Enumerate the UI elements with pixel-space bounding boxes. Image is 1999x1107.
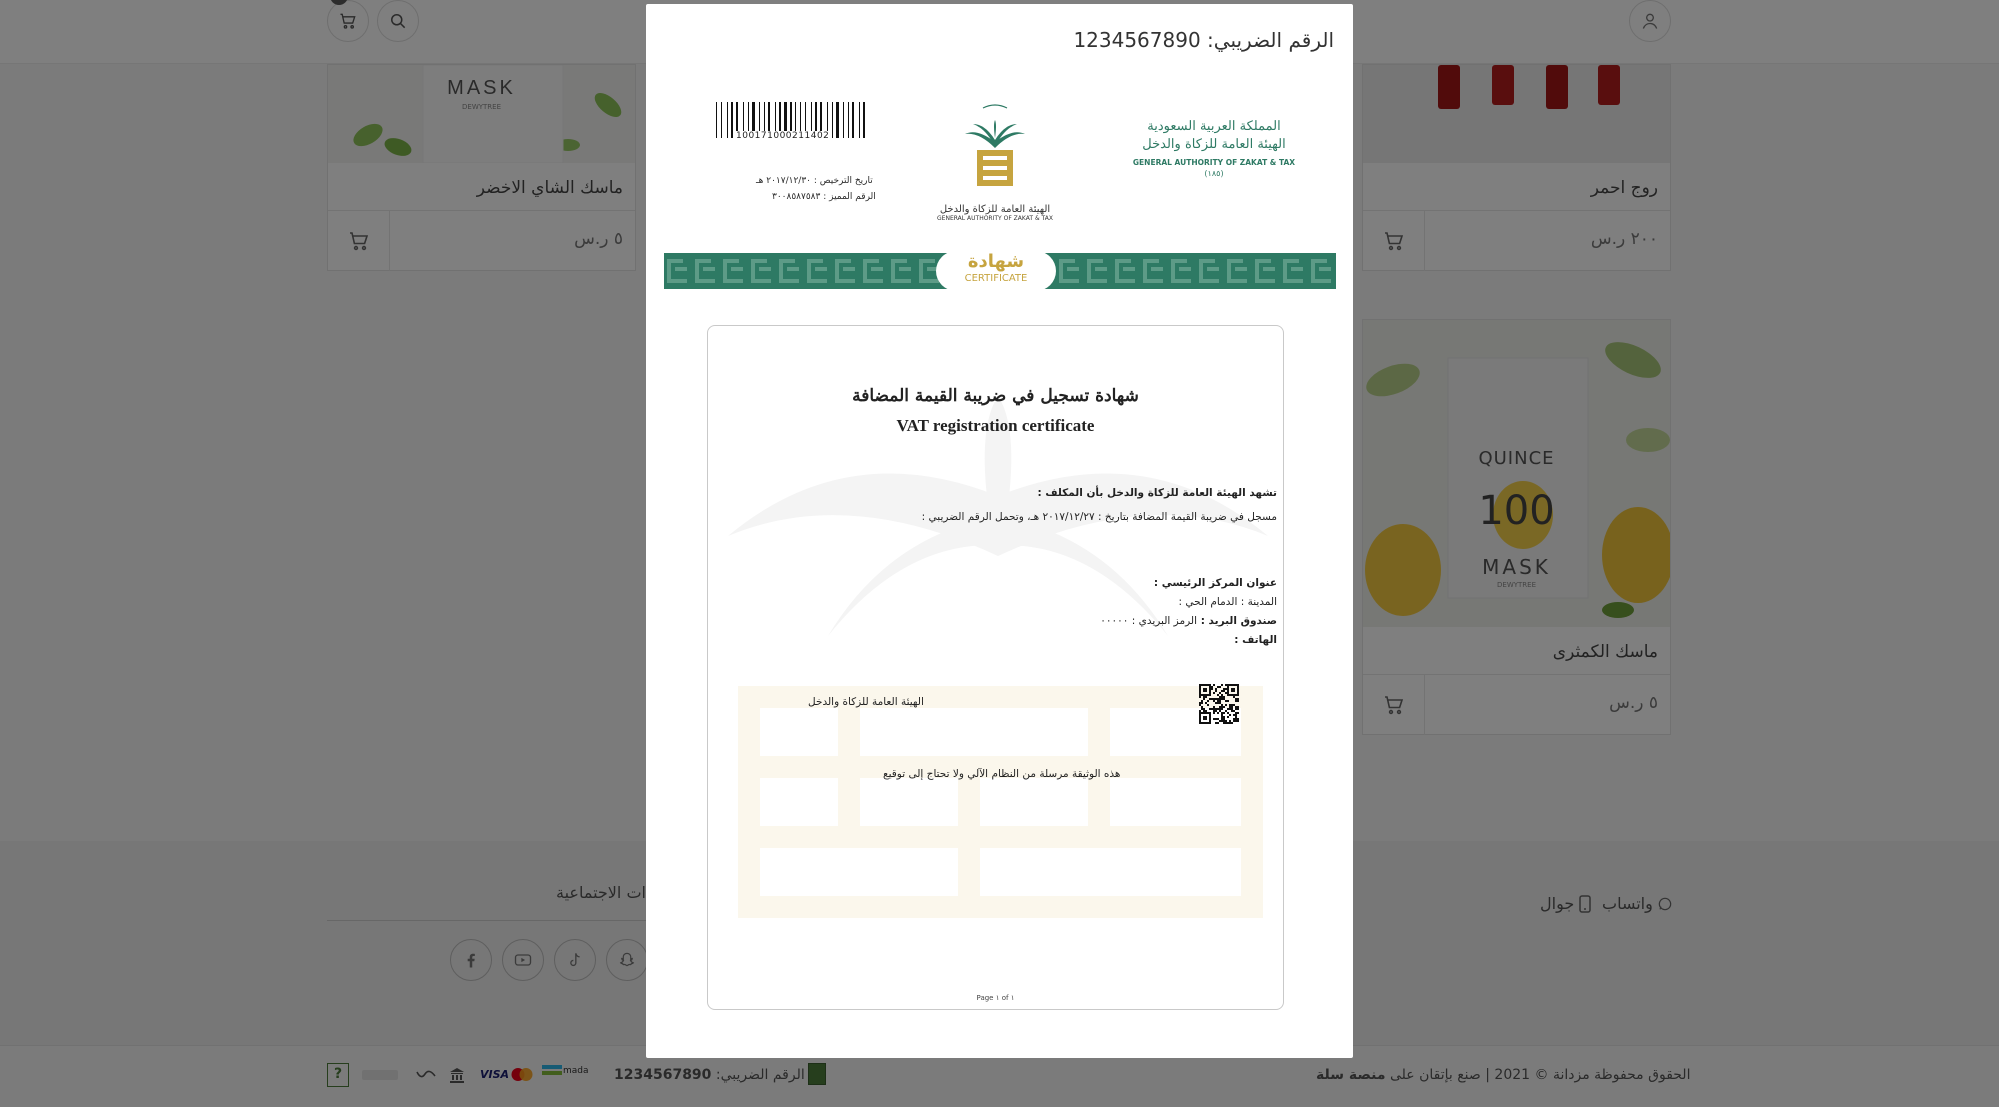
document-title-ar: شهادة تسجيل في ضريبة القيمة المضافة: [852, 386, 1139, 406]
certificate-label-ar: شهادة: [967, 251, 1025, 272]
palm-emblem-icon: [965, 104, 1025, 186]
system-note: هذه الوثيقة مرسلة من النظام الآلي ولا تح…: [883, 768, 1121, 780]
phone-line: الهاتف :: [1234, 634, 1277, 646]
certificate-document: شهادة تسجيل في ضريبة القيمة المضافة VAT …: [707, 325, 1284, 1010]
unique-number: الرقم المميز : ٣٠٠٨٥٨٧٥٨٣: [772, 192, 876, 202]
pobox-line: صندوق البريد :: [1200, 615, 1277, 627]
authority-name-ar-1: المملكة العربية السعودية: [1147, 119, 1281, 134]
vat-certificate-image: المملكة العربية السعودية الهيئة العامة ل…: [664, 88, 1336, 1018]
page-number: Page ١ of ١: [976, 994, 1015, 1002]
authority-signature: الهيئة العامة للزكاة والدخل: [808, 696, 924, 708]
modal-title-number: 1234567890: [1073, 28, 1201, 52]
document-title-en: VAT registration certificate: [896, 416, 1095, 435]
tax-certificate-modal: الرقم الضريبي: 1234567890 المملكة العربي…: [646, 4, 1353, 1058]
address-heading: عنوان المركز الرئيسي :: [1153, 577, 1277, 589]
logo-caption-ar: الهيئة العامة للزكاة والدخل: [939, 204, 1051, 215]
city-line: المدينة : الدمام الحي :: [1178, 596, 1277, 608]
registered-line: مسجل في ضريبة القيمة المضافة بتاريخ : ٢٠…: [921, 511, 1277, 523]
authority-name-en: GENERAL AUTHORITY OF ZAKAT & TAX: [1132, 158, 1296, 167]
qr-code-icon: [1199, 684, 1239, 724]
authority-header: المملكة العربية السعودية الهيئة العامة ل…: [1129, 118, 1299, 178]
barcode-number: 100171000211402: [736, 131, 830, 141]
authority-code: (١٨٥): [1204, 169, 1224, 178]
certificate-label: شهادة CERTIFICATE: [936, 251, 1056, 291]
barcode: 100171000211402: [714, 102, 870, 146]
qr-code: [1199, 684, 1239, 724]
logo-caption-en: GENERAL AUTHORITY OF ZAKAT & TAX: [937, 215, 1053, 222]
zakat-logo: الهيئة العامة للزكاة والدخل GENERAL AUTH…: [920, 102, 1070, 222]
certificate-label-en: CERTIFICATE: [964, 273, 1028, 284]
license-date: تاريخ الترخيص : ٢٠١٧/١٢/٣٠ هـ: [756, 176, 873, 186]
postal-code-line: الرمز البريدي : ٠٠٠٠٠: [1100, 615, 1197, 627]
certificate-band: شهادة CERTIFICATE: [664, 251, 1336, 291]
modal-title: الرقم الضريبي: 1234567890: [1073, 28, 1334, 52]
authority-name-ar-2: الهيئة العامة للزكاة والدخل: [1142, 137, 1286, 152]
modal-title-label: الرقم الضريبي:: [1207, 28, 1334, 52]
certifies-line: تشهد الهيئة العامة للزكاة والدخل بأن الم…: [1037, 487, 1277, 499]
